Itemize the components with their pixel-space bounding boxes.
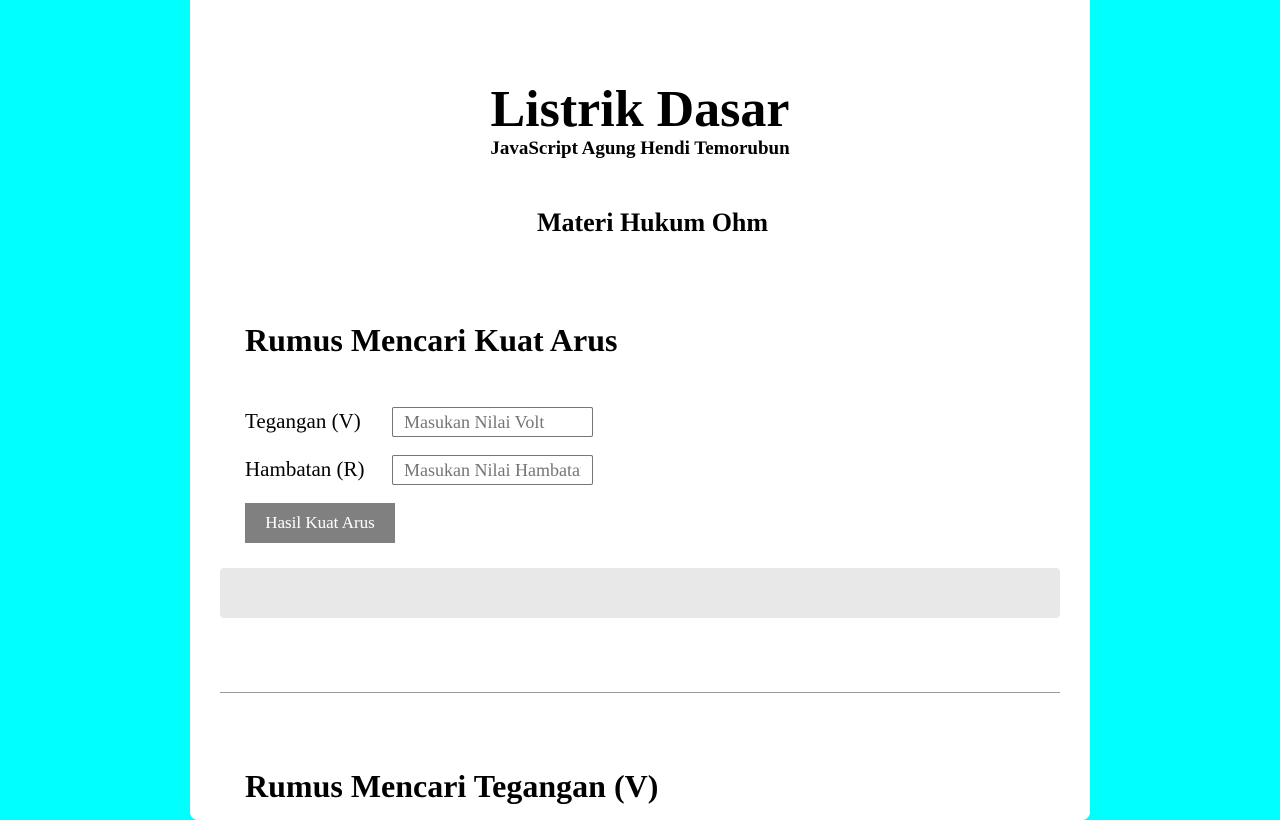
section-heading-tegangan: Rumus Mencari Tegangan (V) bbox=[245, 768, 659, 804]
resistance-label: Hambatan (R) bbox=[245, 457, 365, 481]
hasil-kuat-arus-button[interactable]: Hasil Kuat Arus bbox=[245, 503, 395, 543]
section-heading-kuat-arus: Rumus Mencari Kuat Arus bbox=[245, 322, 618, 358]
section-divider bbox=[220, 692, 1060, 693]
result-output bbox=[220, 568, 1060, 618]
main-card: Listrik Dasar JavaScript Agung Hendi Tem… bbox=[190, 0, 1090, 820]
materi-heading: Materi Hukum Ohm bbox=[536, 208, 769, 237]
page-subtitle: JavaScript Agung Hendi Temorubun bbox=[490, 138, 790, 159]
voltage-input[interactable] bbox=[392, 407, 593, 437]
page-title: Listrik Dasar bbox=[490, 81, 790, 138]
resistance-input[interactable] bbox=[392, 455, 593, 485]
voltage-label: Tegangan (V) bbox=[245, 409, 361, 433]
